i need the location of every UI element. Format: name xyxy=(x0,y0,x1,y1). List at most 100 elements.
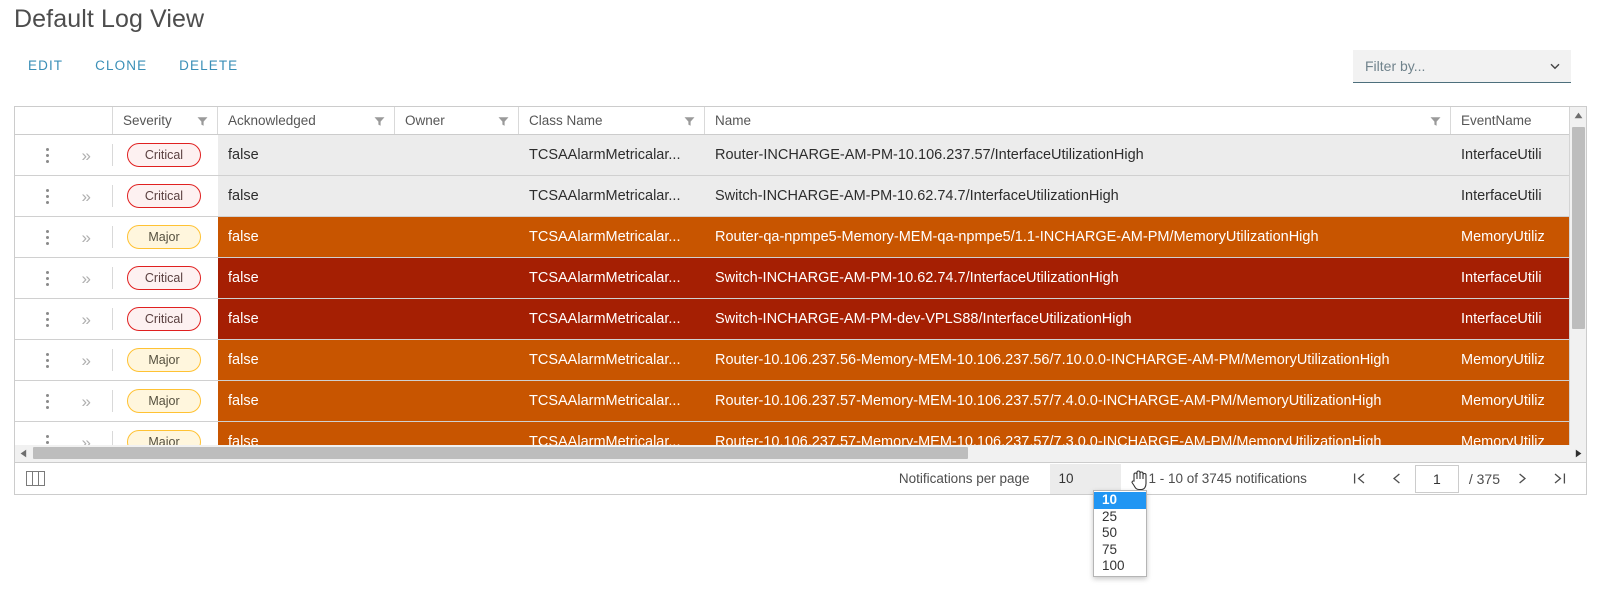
expand-row-icon[interactable]: » xyxy=(72,270,100,287)
horizontal-scroll-thumb[interactable] xyxy=(33,447,968,459)
th-event-name: EventName xyxy=(1461,113,1532,128)
severity-badge: Critical xyxy=(127,143,201,167)
cell-owner xyxy=(395,381,519,421)
expand-row-icon[interactable]: » xyxy=(72,352,100,369)
cell-event-name: InterfaceUtili xyxy=(1451,135,1571,175)
first-page-icon[interactable] xyxy=(1341,464,1378,494)
per-page-option[interactable]: 10 xyxy=(1094,492,1146,509)
cell-class-name: TCSAAlarmMetricalar... xyxy=(519,381,705,421)
columns-icon[interactable] xyxy=(26,471,45,486)
cell-acknowledged: false xyxy=(218,299,395,339)
cell-acknowledged: false xyxy=(218,176,395,216)
cell-event-name: InterfaceUtili xyxy=(1451,258,1571,298)
table-row[interactable]: » Major false TCSAAlarmMetricalar... Router-… xyxy=(15,340,1586,381)
row-menu-icon[interactable] xyxy=(33,270,62,286)
last-page-icon[interactable] xyxy=(1541,464,1578,494)
filter-icon-owner[interactable] xyxy=(498,115,509,126)
scroll-right-icon[interactable] xyxy=(1570,445,1586,461)
cell-class-name: TCSAAlarmMetricalar... xyxy=(519,217,705,257)
per-page-option[interactable]: 25 xyxy=(1094,509,1146,526)
row-menu-icon[interactable] xyxy=(33,147,62,163)
th-acknowledged: Acknowledged xyxy=(218,107,395,134)
next-page-icon[interactable] xyxy=(1504,464,1541,494)
log-view-page: Default Log View EDIT CLONE DELETE Filte… xyxy=(0,0,1601,596)
cell-event-name: InterfaceUtili xyxy=(1451,299,1571,339)
filter-icon-severity[interactable] xyxy=(197,115,208,126)
row-menu-icon[interactable] xyxy=(33,352,62,368)
filter-icon-acknowledged[interactable] xyxy=(374,115,385,126)
row-actions: » xyxy=(15,135,113,175)
expand-row-icon[interactable]: » xyxy=(72,311,100,328)
row-actions: » xyxy=(15,176,113,216)
cell-severity: Critical xyxy=(113,299,218,339)
action-bar: EDIT CLONE DELETE xyxy=(16,54,254,77)
clone-button[interactable]: CLONE xyxy=(79,54,163,77)
row-actions: » xyxy=(15,381,113,421)
th-owner: Owner xyxy=(395,107,519,134)
cell-name: Switch-INCHARGE-AM-PM-dev-VPLS88/Interfa… xyxy=(705,299,1451,339)
prev-page-icon[interactable] xyxy=(1378,464,1415,494)
filter-by-value: Filter by... xyxy=(1365,58,1426,74)
cell-class-name: TCSAAlarmMetricalar... xyxy=(519,258,705,298)
cell-class-name: TCSAAlarmMetricalar... xyxy=(519,176,705,216)
expand-row-icon[interactable]: » xyxy=(72,188,100,205)
vertical-scroll-thumb[interactable] xyxy=(1572,127,1585,329)
table-row[interactable]: » Critical false TCSAAlarmMetricalar... Swit… xyxy=(15,299,1586,340)
per-page-option[interactable]: 100 xyxy=(1094,558,1146,575)
per-page-dropdown[interactable]: 10 25 50 75 100 xyxy=(1093,490,1147,577)
delete-button[interactable]: DELETE xyxy=(163,54,254,77)
per-page-select[interactable]: 10 xyxy=(1049,463,1121,494)
page-title: Default Log View xyxy=(14,5,205,33)
table-row[interactable]: » Major false TCSAAlarmMetricalar... Router-… xyxy=(15,217,1586,258)
table-row[interactable]: » Critical false TCSAAlarmMetricalar... Rout… xyxy=(15,135,1586,176)
filter-by-select[interactable]: Filter by... xyxy=(1353,50,1571,83)
th-name: Name xyxy=(705,107,1451,134)
row-menu-icon[interactable] xyxy=(33,229,62,245)
table-row[interactable]: » Major false TCSAAlarmMetricalar... Router-… xyxy=(15,381,1586,422)
cell-severity: Critical xyxy=(113,258,218,298)
cell-owner xyxy=(395,340,519,380)
page-number-input[interactable]: 1 xyxy=(1414,464,1459,493)
cell-name: Router-qa-npmpe5-Memory-MEM-qa-npmpe5/1.… xyxy=(705,217,1451,257)
cell-owner xyxy=(395,176,519,216)
row-menu-icon[interactable] xyxy=(33,188,62,204)
table-body: » Critical false TCSAAlarmMetricalar... Rout… xyxy=(15,135,1586,457)
cell-severity: Critical xyxy=(113,135,218,175)
cell-class-name: TCSAAlarmMetricalar... xyxy=(519,340,705,380)
cell-severity: Major xyxy=(113,217,218,257)
cell-class-name: TCSAAlarmMetricalar... xyxy=(519,299,705,339)
filter-icon-class-name[interactable] xyxy=(684,115,695,126)
cell-severity: Major xyxy=(113,381,218,421)
th-class-name: Class Name xyxy=(519,107,705,134)
table-row[interactable]: » Critical false TCSAAlarmMetricalar... Swit… xyxy=(15,258,1586,299)
edit-button[interactable]: EDIT xyxy=(16,54,79,77)
row-menu-icon[interactable] xyxy=(33,393,62,409)
row-actions: » xyxy=(15,217,113,257)
scroll-left-icon[interactable] xyxy=(15,445,31,461)
table-footer: Notifications per page 10 1 - 10 of 3745… xyxy=(14,463,1587,495)
row-actions: » xyxy=(15,340,113,380)
expand-row-icon[interactable]: » xyxy=(72,147,100,164)
severity-badge: Critical xyxy=(127,266,201,290)
cell-name: Switch-INCHARGE-AM-PM-10.62.74.7/Interfa… xyxy=(705,258,1451,298)
per-page-value: 10 xyxy=(1058,471,1074,486)
vertical-scrollbar[interactable] xyxy=(1569,107,1586,457)
cell-acknowledged: false xyxy=(218,258,395,298)
cell-severity: Major xyxy=(113,340,218,380)
horizontal-scrollbar[interactable] xyxy=(14,445,1587,463)
cell-acknowledged: false xyxy=(218,340,395,380)
filter-icon-name[interactable] xyxy=(1430,115,1441,126)
row-actions: » xyxy=(15,258,113,298)
scroll-up-icon[interactable] xyxy=(1570,107,1586,124)
table-row[interactable]: » Critical false TCSAAlarmMetricalar... Swit… xyxy=(15,176,1586,217)
expand-row-icon[interactable]: » xyxy=(72,229,100,246)
expand-row-icon[interactable]: » xyxy=(72,393,100,410)
severity-badge: Major xyxy=(127,389,201,413)
cell-event-name: MemoryUtiliz xyxy=(1451,217,1571,257)
row-menu-icon[interactable] xyxy=(33,311,62,327)
per-page-option[interactable]: 75 xyxy=(1094,542,1146,559)
per-page-option[interactable]: 50 xyxy=(1094,525,1146,542)
cell-owner xyxy=(395,135,519,175)
cell-event-name: MemoryUtiliz xyxy=(1451,340,1571,380)
cell-event-name: MemoryUtiliz xyxy=(1451,381,1571,421)
